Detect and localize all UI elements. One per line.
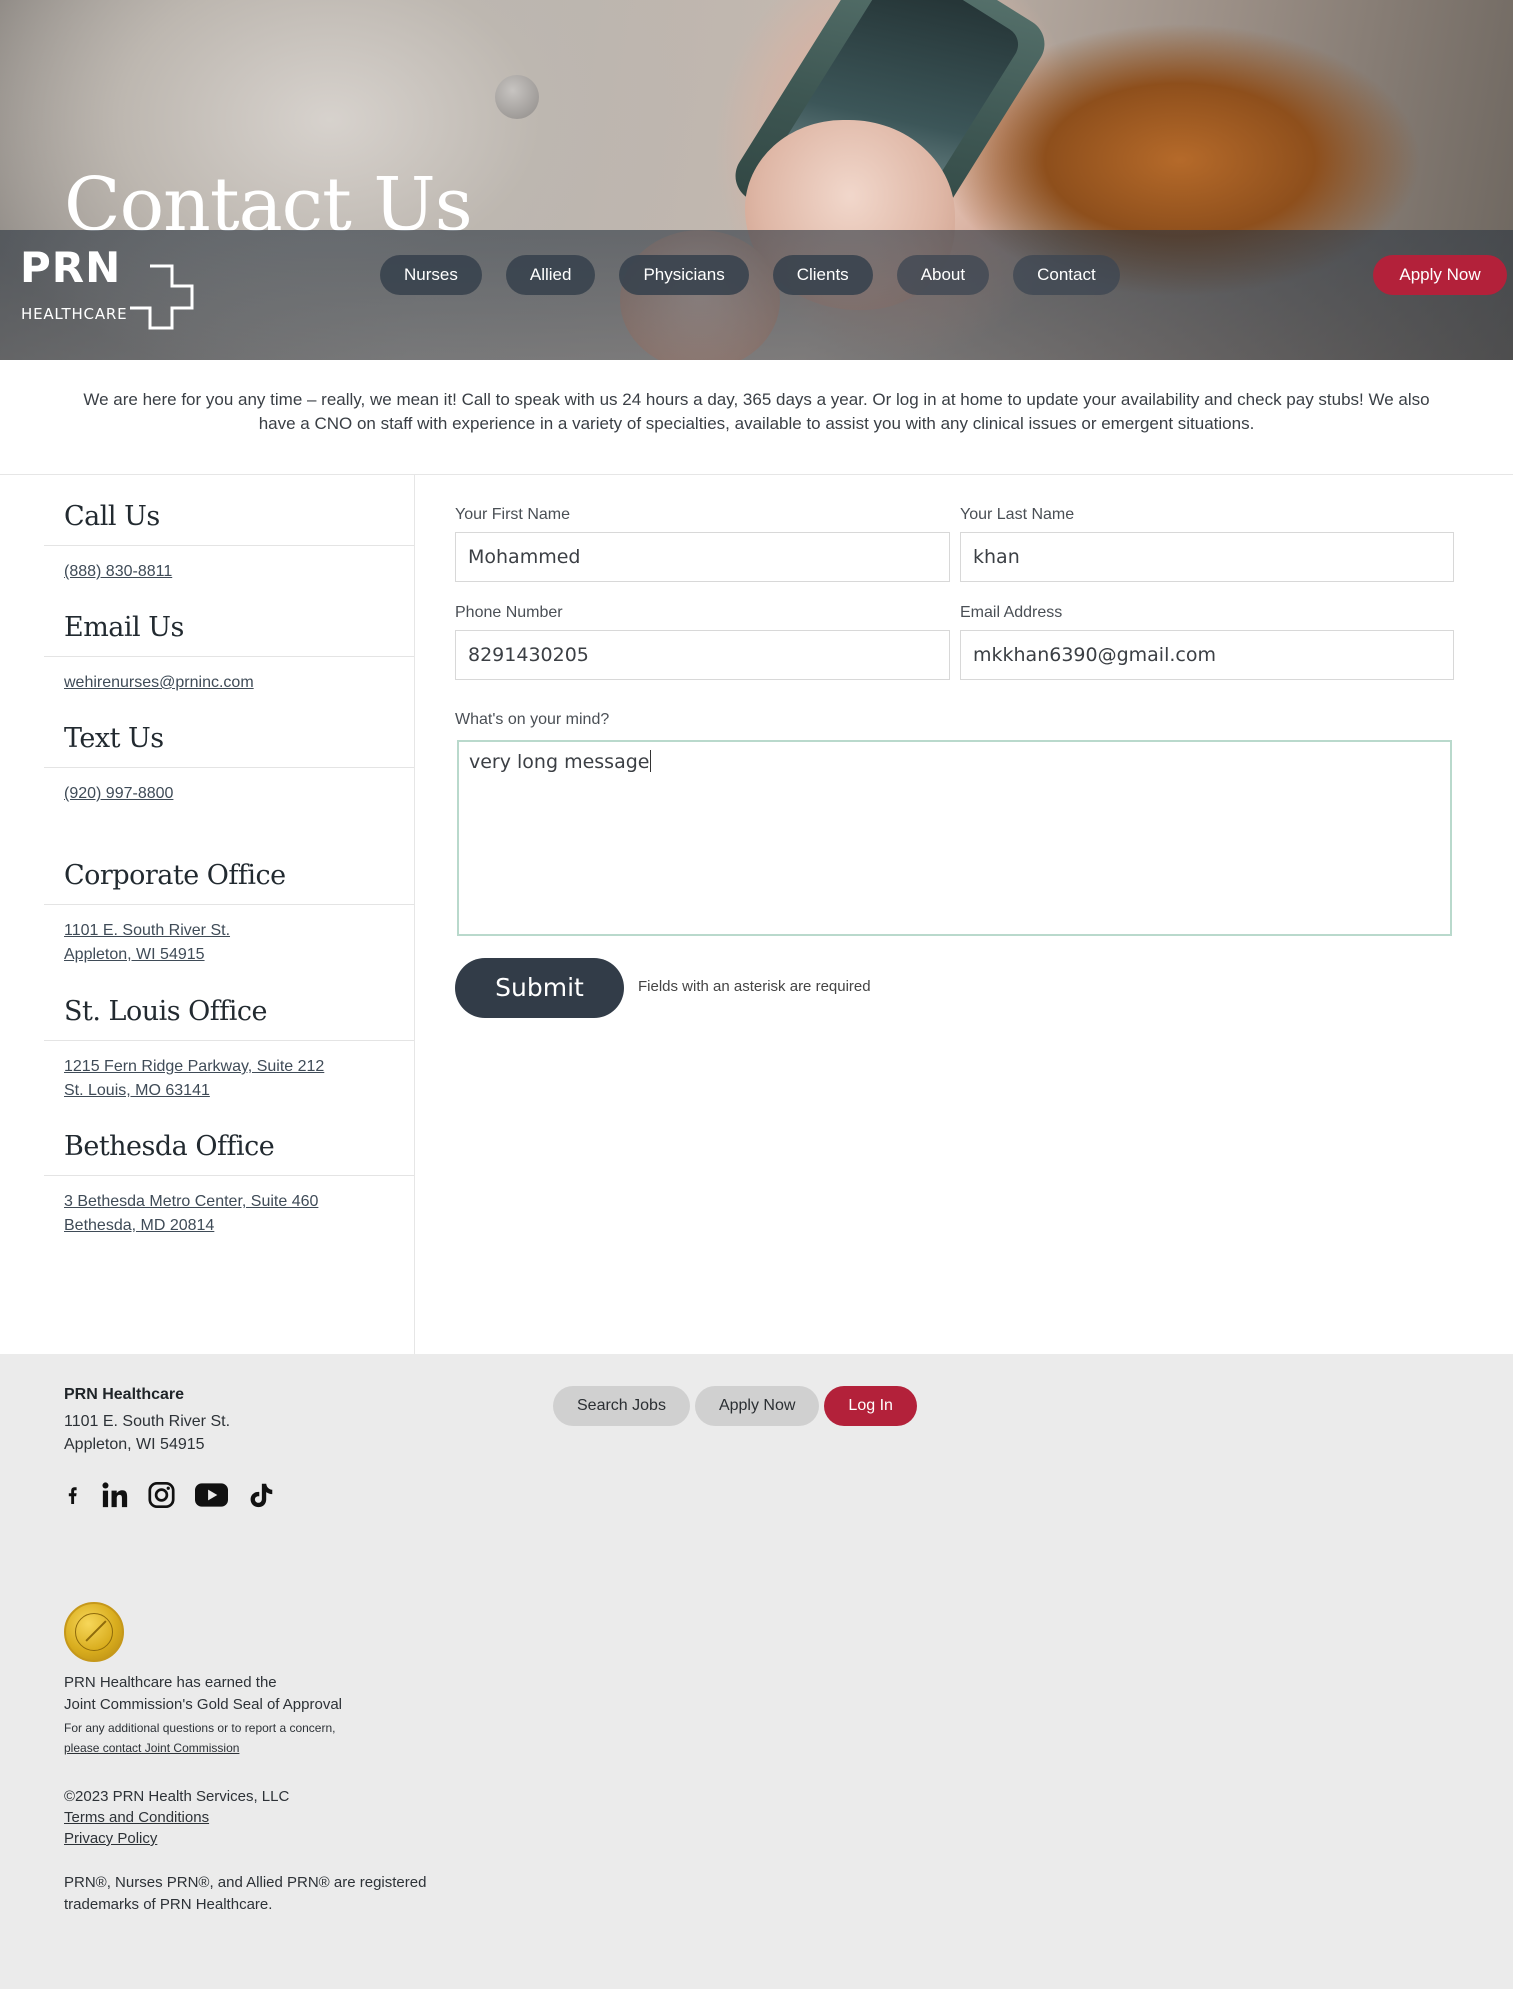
concern-line: For any additional questions or to repor…	[64, 1721, 336, 1735]
divider	[44, 1175, 414, 1176]
seal-text-line1: PRN Healthcare has earned the	[64, 1674, 277, 1691]
nav-item-allied[interactable]: Allied	[505, 255, 596, 295]
hero-banner: Contact Us PRN HEALTHCARE Nurses Allied …	[0, 0, 1513, 360]
facebook-icon[interactable]	[64, 1480, 82, 1510]
linkedin-icon[interactable]	[102, 1480, 128, 1510]
youtube-icon[interactable]	[195, 1480, 228, 1510]
hero-photo-detail	[495, 75, 539, 119]
email-us-section: Email Us wehirenurses@prninc.com	[44, 608, 414, 695]
text-caret	[650, 750, 652, 772]
joint-commission-seal-icon[interactable]	[64, 1602, 124, 1662]
tiktok-icon[interactable]	[248, 1480, 274, 1510]
corporate-office-section: Corporate Office 1101 E. South River St.…	[44, 856, 414, 967]
bethesda-address-line1[interactable]: 3 Bethesda Metro Center, Suite 460	[44, 1190, 414, 1214]
last-name-input[interactable]: khan	[960, 532, 1454, 582]
footer-actions: Search Jobs Apply Now Log In	[553, 1386, 917, 1426]
nav-item-contact[interactable]: Contact	[1013, 255, 1120, 295]
instagram-icon[interactable]	[148, 1480, 175, 1510]
privacy-link[interactable]: Privacy Policy	[64, 1828, 289, 1849]
site-footer: PRN Healthcare 1101 E. South River St. A…	[0, 1354, 1513, 1989]
st-louis-office-section: St. Louis Office 1215 Fern Ridge Parkway…	[44, 992, 414, 1103]
corporate-office-address-line1[interactable]: 1101 E. South River St.	[44, 919, 414, 943]
message-label: What's on your mind?	[455, 711, 610, 728]
divider	[44, 904, 414, 905]
search-jobs-button[interactable]: Search Jobs	[553, 1386, 690, 1426]
call-us-phone-link[interactable]: (888) 830-8811	[44, 560, 414, 584]
logo-text: PRN	[20, 243, 122, 292]
concern-text: For any additional questions or to repor…	[64, 1718, 336, 1758]
message-text: very long message	[469, 751, 650, 773]
primary-nav: Nurses Allied Physicians Clients About C…	[380, 255, 1120, 295]
copyright-text: ©2023 PRN Health Services, LLC	[64, 1788, 290, 1805]
legal-block: ©2023 PRN Health Services, LLC Terms and…	[64, 1786, 289, 1849]
footer-company-name: PRN Healthcare	[64, 1386, 185, 1403]
first-name-input[interactable]: Mohammed	[455, 532, 950, 582]
logo-cross-icon	[130, 264, 194, 330]
bethesda-office-heading: Bethesda Office	[64, 1131, 275, 1162]
text-us-section: Text Us (920) 997-8800	[44, 719, 414, 806]
email-input[interactable]: mkkhan6390@gmail.com	[960, 630, 1454, 680]
footer-address-line1: 1101 E. South River St.	[64, 1413, 231, 1430]
message-textarea[interactable]: very long message	[457, 740, 1452, 936]
column-divider	[414, 474, 415, 1354]
st-louis-address-line1[interactable]: 1215 Fern Ridge Parkway, Suite 212	[44, 1055, 414, 1079]
email-us-heading: Email Us	[64, 612, 184, 643]
phone-input[interactable]: 8291430205	[455, 630, 950, 680]
seal-text-line2: Joint Commission's Gold Seal of Approval	[64, 1696, 342, 1713]
joint-commission-link[interactable]: please contact Joint Commission	[64, 1741, 239, 1755]
log-in-button[interactable]: Log In	[824, 1386, 917, 1426]
prn-healthcare-logo[interactable]: PRN HEALTHCARE	[20, 243, 194, 330]
logo-subtext: HEALTHCARE	[21, 305, 128, 323]
intro-text: We are here for you any time – really, w…	[83, 390, 1430, 433]
divider	[44, 767, 414, 768]
section-divider	[0, 474, 1513, 475]
nav-item-clients[interactable]: Clients	[772, 255, 873, 295]
st-louis-office-heading: St. Louis Office	[64, 996, 268, 1027]
nav-item-physicians[interactable]: Physicians	[619, 255, 749, 295]
call-us-section: Call Us (888) 830-8811	[44, 497, 414, 584]
email-label: Email Address	[960, 604, 1063, 621]
footer-address-line2: Appleton, WI 54915	[64, 1436, 205, 1453]
corporate-office-heading: Corporate Office	[64, 860, 286, 891]
nav-item-about[interactable]: About	[896, 255, 990, 295]
divider	[44, 545, 414, 546]
text-us-phone-link[interactable]: (920) 997-8800	[44, 782, 414, 806]
call-us-heading: Call Us	[64, 501, 160, 532]
bethesda-address-line2[interactable]: Bethesda, MD 20814	[44, 1214, 414, 1238]
corporate-office-address-line2[interactable]: Appleton, WI 54915	[44, 943, 414, 967]
social-links	[64, 1480, 274, 1510]
bethesda-office-section: Bethesda Office 3 Bethesda Metro Center,…	[44, 1127, 414, 1238]
st-louis-address-line2[interactable]: St. Louis, MO 63141	[44, 1079, 414, 1103]
text-us-heading: Text Us	[64, 723, 164, 754]
seal-text: PRN Healthcare has earned the Joint Comm…	[64, 1672, 342, 1716]
nav-item-nurses[interactable]: Nurses	[380, 255, 482, 295]
apply-now-button[interactable]: Apply Now	[1373, 255, 1507, 295]
last-name-label: Your Last Name	[960, 506, 1075, 523]
divider	[44, 1040, 414, 1041]
first-name-label: Your First Name	[455, 506, 570, 523]
divider	[44, 656, 414, 657]
footer-address: 1101 E. South River St. Appleton, WI 549…	[64, 1410, 230, 1456]
terms-link[interactable]: Terms and Conditions	[64, 1807, 289, 1828]
main-navbar: PRN HEALTHCARE Nurses Allied Physicians …	[0, 230, 1513, 360]
footer-apply-now-button[interactable]: Apply Now	[694, 1386, 820, 1426]
required-fields-note: Fields with an asterisk are required	[638, 978, 871, 995]
email-us-link[interactable]: wehirenurses@prninc.com	[44, 671, 414, 695]
submit-button[interactable]: Submit	[455, 958, 624, 1018]
phone-label: Phone Number	[455, 604, 563, 621]
trademark-text: PRN®, Nurses PRN®, and Allied PRN® are r…	[64, 1874, 427, 1913]
